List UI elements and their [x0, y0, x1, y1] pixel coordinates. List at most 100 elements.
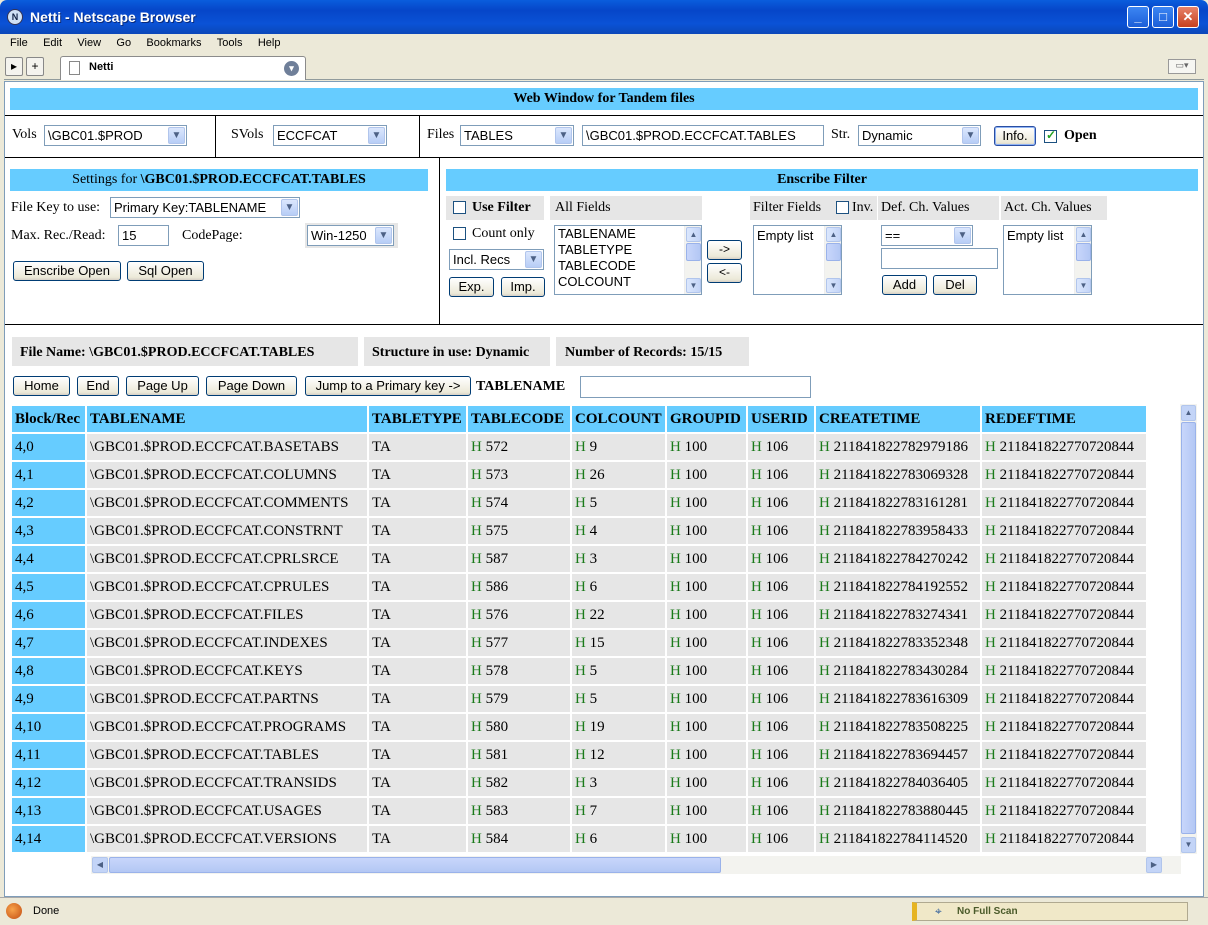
table-row[interactable]: 4,12 \GBC01.$PROD.ECCFCAT.TRANSIDS TA H 582…	[12, 770, 1146, 796]
menu-file[interactable]: File	[4, 34, 34, 49]
import-button[interactable]: Imp.	[501, 277, 545, 297]
def-value-input[interactable]	[881, 248, 998, 269]
scroll-left-icon[interactable]: ◀	[92, 857, 108, 873]
tab-close-icon[interactable]: ▾	[284, 61, 299, 76]
act-ch-values-list[interactable]: Empty list ▲ ▼	[1003, 225, 1092, 295]
move-left-button[interactable]: <-	[707, 263, 742, 283]
records-info: Number of Records: 15/15	[556, 337, 749, 366]
info-button[interactable]: Info.	[994, 126, 1036, 146]
operator-select[interactable]: == ▼	[881, 225, 973, 246]
table-row[interactable]: 4,6 \GBC01.$PROD.ECCFCAT.FILES TA H 576 H 22…	[12, 602, 1146, 628]
table-cell: H 211841822770720844	[982, 770, 1146, 796]
filter-fields-list[interactable]: Empty list ▲ ▼	[753, 225, 842, 295]
hex-prefix: H	[471, 578, 482, 595]
sql-open-button[interactable]: Sql Open	[127, 261, 204, 281]
table-row[interactable]: 4,4 \GBC01.$PROD.ECCFCAT.CPRLSRCE TA H 587 H…	[12, 546, 1146, 572]
add-button[interactable]: Add	[882, 275, 927, 295]
scan-status: ⌖ No Full Scan	[912, 902, 1188, 921]
list-scrollbar[interactable]: ▲ ▼	[684, 226, 701, 294]
vols-select[interactable]: \GBC01.$PROD ▼	[44, 125, 187, 146]
enscribe-open-button[interactable]: Enscribe Open	[13, 261, 121, 281]
list-scrollbar[interactable]: ▲ ▼	[824, 226, 841, 294]
grid-vertical-scrollbar[interactable]: ▲ ▼	[1180, 404, 1197, 854]
scroll-thumb[interactable]	[1181, 422, 1196, 834]
menu-help[interactable]: Help	[252, 34, 287, 49]
table-row[interactable]: 4,8 \GBC01.$PROD.ECCFCAT.KEYS TA H 578 H 5H …	[12, 658, 1146, 684]
table-cell: H 577	[468, 630, 570, 656]
structure-select[interactable]: Dynamic ▼	[858, 125, 981, 146]
menu-tools[interactable]: Tools	[211, 34, 249, 49]
table-row[interactable]: 4,9 \GBC01.$PROD.ECCFCAT.PARTNS TA H 579 H 5…	[12, 686, 1146, 712]
codepage-select[interactable]: Win-1250 ▼	[307, 225, 394, 246]
svols-select[interactable]: ECCFCAT ▼	[273, 125, 387, 146]
jump-to-key-button[interactable]: Jump to a Primary key ->	[305, 376, 471, 396]
open-checkbox[interactable]	[1044, 128, 1057, 143]
cell-value: \GBC01.$PROD.ECCFCAT.CONSTRNT	[90, 522, 343, 539]
del-button[interactable]: Del	[933, 275, 977, 295]
grid-horizontal-scrollbar[interactable]: ◀ ▶	[91, 856, 1181, 874]
scroll-up-icon[interactable]: ▲	[1181, 405, 1196, 421]
column-header: TABLECODE	[468, 406, 570, 432]
table-cell: H 584	[468, 826, 570, 852]
incl-recs-select[interactable]: Incl. Recs ▼	[449, 249, 544, 270]
table-cell: H 211841822770720844	[982, 686, 1146, 712]
menu-go[interactable]: Go	[110, 34, 137, 49]
list-item[interactable]: TABLECODE	[555, 258, 701, 274]
hex-prefix: H	[751, 690, 762, 707]
home-button[interactable]: Home	[13, 376, 70, 396]
inv-checkbox[interactable]	[836, 201, 849, 214]
list-item[interactable]: COLCOUNT	[555, 274, 701, 290]
use-filter-checkbox[interactable]	[453, 201, 466, 214]
export-button[interactable]: Exp.	[449, 277, 494, 297]
table-row[interactable]: 4,11 \GBC01.$PROD.ECCFCAT.TABLES TA H 581 H …	[12, 742, 1146, 768]
page-up-button[interactable]: Page Up	[126, 376, 199, 396]
cell-value: 106	[765, 550, 789, 567]
table-row[interactable]: 4,3 \GBC01.$PROD.ECCFCAT.CONSTRNT TA H 575 H…	[12, 518, 1146, 544]
table-row[interactable]: 4,13 \GBC01.$PROD.ECCFCAT.USAGES TA H 583 H …	[12, 798, 1146, 824]
menu-view[interactable]: View	[71, 34, 107, 49]
cell-value: 100	[684, 494, 708, 511]
hex-prefix: H	[819, 746, 830, 763]
cell-value: 211841822783430284	[833, 662, 969, 679]
scroll-down-icon[interactable]: ▼	[1181, 837, 1196, 853]
list-item[interactable]: TABLENAME	[555, 226, 701, 242]
list-scrollbar[interactable]: ▲ ▼	[1074, 226, 1091, 294]
table-cell: \GBC01.$PROD.ECCFCAT.KEYS	[87, 658, 367, 684]
table-cell: H 100	[667, 602, 746, 628]
tab-netti[interactable]: Netti ▾	[60, 56, 306, 80]
tab-list-icon[interactable]: ▭▾	[1168, 59, 1196, 74]
table-cell: H 211841822770720844	[982, 742, 1146, 768]
table-row[interactable]: 4,5 \GBC01.$PROD.ECCFCAT.CPRULES TA H 586 H …	[12, 574, 1146, 600]
hex-prefix: H	[819, 578, 830, 595]
count-only-checkbox[interactable]	[453, 227, 466, 240]
menu-edit[interactable]: Edit	[37, 34, 68, 49]
minimize-button[interactable]: _	[1127, 6, 1149, 28]
close-button[interactable]: ✕	[1177, 6, 1199, 28]
new-tab-button[interactable]: +	[26, 57, 44, 76]
h-scroll-thumb[interactable]	[109, 857, 721, 873]
max-rec-input[interactable]: 15	[118, 225, 169, 246]
file-path-input[interactable]: \GBC01.$PROD.ECCFCAT.TABLES	[582, 125, 824, 146]
primary-key-input[interactable]	[580, 376, 811, 398]
list-item[interactable]: TABLETYPE	[555, 242, 701, 258]
page-down-button[interactable]: Page Down	[206, 376, 297, 396]
menu-bookmarks[interactable]: Bookmarks	[140, 34, 207, 49]
svols-value: ECCFCAT	[277, 128, 338, 143]
table-row[interactable]: 4,2 \GBC01.$PROD.ECCFCAT.COMMENTS TA H 574 H…	[12, 490, 1146, 516]
table-row[interactable]: 4,7 \GBC01.$PROD.ECCFCAT.INDEXES TA H 577 H …	[12, 630, 1146, 656]
table-cell: TA	[369, 658, 466, 684]
tab-scroll-icon[interactable]: ▸	[5, 57, 23, 76]
move-right-button[interactable]: ->	[707, 240, 742, 260]
table-row[interactable]: 4,10 \GBC01.$PROD.ECCFCAT.PROGRAMS TA H 580…	[12, 714, 1146, 740]
end-button[interactable]: End	[77, 376, 119, 396]
table-row[interactable]: 4,1 \GBC01.$PROD.ECCFCAT.COLUMNS TA H 573 H …	[12, 462, 1146, 488]
cell-value: 4,13	[15, 802, 42, 819]
file-key-select[interactable]: Primary Key:TABLENAME ▼	[110, 197, 300, 218]
cell-value: TA	[372, 746, 391, 763]
table-row[interactable]: 4,0 \GBC01.$PROD.ECCFCAT.BASETABS TA H 572 H…	[12, 434, 1146, 460]
files-select[interactable]: TABLES ▼	[460, 125, 574, 146]
table-row[interactable]: 4,14 \GBC01.$PROD.ECCFCAT.VERSIONS TA H 584…	[12, 826, 1146, 852]
scroll-right-icon[interactable]: ▶	[1146, 857, 1162, 873]
all-fields-list[interactable]: TABLENAME TABLETYPE TABLECODE COLCOUNT ▲…	[554, 225, 702, 295]
maximize-button[interactable]: □	[1152, 6, 1174, 28]
